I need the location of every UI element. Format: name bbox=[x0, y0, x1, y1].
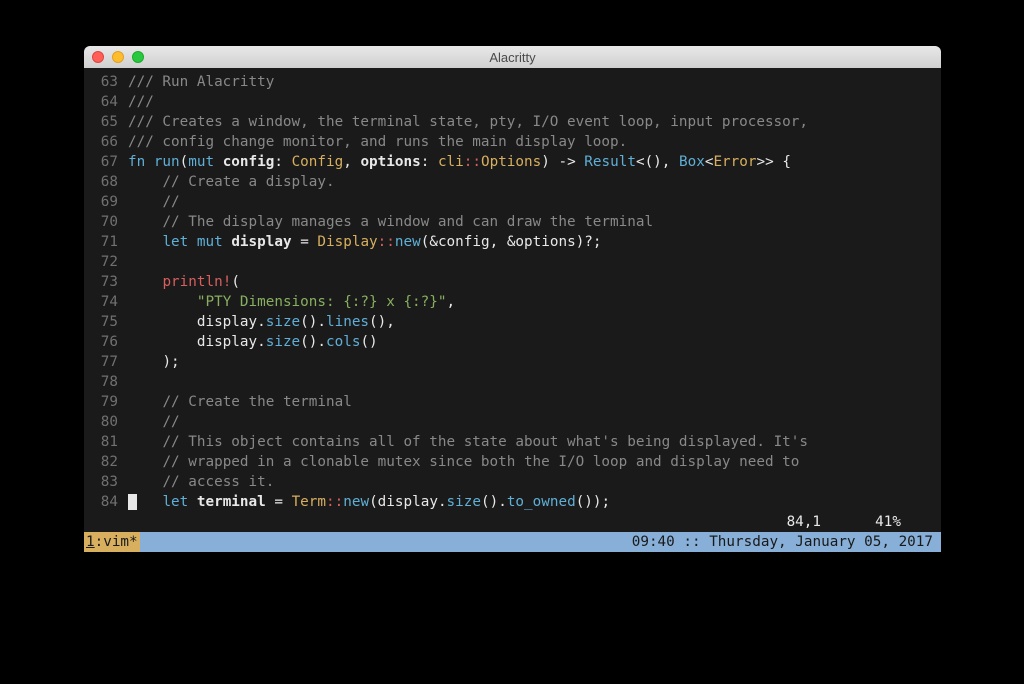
line-number: 76 bbox=[84, 332, 128, 352]
code-text: let terminal = Term::new(display.size().… bbox=[128, 492, 610, 512]
code-line[interactable]: 76 display.size().cols() bbox=[84, 332, 941, 352]
line-number: 67 bbox=[84, 152, 128, 172]
code-line[interactable]: 84 let terminal = Term::new(display.size… bbox=[84, 492, 941, 512]
code-line[interactable]: 80 // bbox=[84, 412, 941, 432]
code-text: /// Run Alacritty bbox=[128, 72, 274, 92]
code-text: // wrapped in a clonable mutex since bot… bbox=[128, 452, 799, 472]
line-number: 74 bbox=[84, 292, 128, 312]
code-text: // This object contains all of the state… bbox=[128, 432, 808, 452]
line-number: 78 bbox=[84, 372, 128, 392]
line-number: 80 bbox=[84, 412, 128, 432]
code-line[interactable]: 67fn run(mut config: Config, options: cl… bbox=[84, 152, 941, 172]
terminal-window: Alacritty 63/// Run Alacritty64///65/// … bbox=[84, 46, 941, 552]
code-text: /// config change monitor, and runs the … bbox=[128, 132, 627, 152]
line-number: 66 bbox=[84, 132, 128, 152]
line-number: 63 bbox=[84, 72, 128, 92]
terminal-content[interactable]: 63/// Run Alacritty64///65/// Creates a … bbox=[84, 68, 941, 552]
line-number: 82 bbox=[84, 452, 128, 472]
code-text: ); bbox=[128, 352, 180, 372]
line-number: 81 bbox=[84, 432, 128, 452]
code-line[interactable]: 83 // access it. bbox=[84, 472, 941, 492]
code-text: // Create a display. bbox=[128, 172, 335, 192]
line-number: 72 bbox=[84, 252, 128, 272]
code-line[interactable]: 79 // Create the terminal bbox=[84, 392, 941, 412]
tmux-status-line: 1:vim* 09:40 :: Thursday, January 05, 20… bbox=[84, 532, 941, 552]
code-line[interactable]: 72 bbox=[84, 252, 941, 272]
line-number: 75 bbox=[84, 312, 128, 332]
line-number: 70 bbox=[84, 212, 128, 232]
code-line[interactable]: 70 // The display manages a window and c… bbox=[84, 212, 941, 232]
titlebar[interactable]: Alacritty bbox=[84, 46, 941, 68]
code-line[interactable]: 63/// Run Alacritty bbox=[84, 72, 941, 92]
line-number: 71 bbox=[84, 232, 128, 252]
code-line[interactable]: 71 let mut display = Display::new(&confi… bbox=[84, 232, 941, 252]
code-line[interactable]: 82 // wrapped in a clonable mutex since … bbox=[84, 452, 941, 472]
code-line[interactable]: 69 // bbox=[84, 192, 941, 212]
code-line[interactable]: 81 // This object contains all of the st… bbox=[84, 432, 941, 452]
code-text: display.size().cols() bbox=[128, 332, 378, 352]
tmux-datetime: 09:40 :: Thursday, January 05, 2017 bbox=[632, 532, 941, 552]
scroll-percent: 41% bbox=[875, 512, 901, 532]
code-text: let mut display = Display::new(&config, … bbox=[128, 232, 602, 252]
code-line[interactable]: 64/// bbox=[84, 92, 941, 112]
line-number: 64 bbox=[84, 92, 128, 112]
line-number: 83 bbox=[84, 472, 128, 492]
code-line[interactable]: 77 ); bbox=[84, 352, 941, 372]
code-line[interactable]: 68 // Create a display. bbox=[84, 172, 941, 192]
line-number: 69 bbox=[84, 192, 128, 212]
line-number: 77 bbox=[84, 352, 128, 372]
code-text: /// bbox=[128, 92, 154, 112]
code-text: // The display manages a window and can … bbox=[128, 212, 653, 232]
code-line[interactable]: 78 bbox=[84, 372, 941, 392]
code-line[interactable]: 75 display.size().lines(), bbox=[84, 312, 941, 332]
code-text: // bbox=[128, 192, 180, 212]
code-text: "PTY Dimensions: {:?} x {:?}", bbox=[128, 292, 455, 312]
code-line[interactable]: 73 println!( bbox=[84, 272, 941, 292]
vim-status-line: 84,1 41% bbox=[84, 512, 941, 532]
line-number: 68 bbox=[84, 172, 128, 192]
code-text: // Create the terminal bbox=[128, 392, 352, 412]
code-text: /// Creates a window, the terminal state… bbox=[128, 112, 808, 132]
code-line[interactable]: 66/// config change monitor, and runs th… bbox=[84, 132, 941, 152]
code-text: display.size().lines(), bbox=[128, 312, 395, 332]
code-text: // bbox=[128, 412, 180, 432]
line-number: 73 bbox=[84, 272, 128, 292]
tmux-session[interactable]: 1:vim* bbox=[84, 532, 140, 552]
code-text: println!( bbox=[128, 272, 240, 292]
line-number: 84 bbox=[84, 492, 128, 512]
code-text: // access it. bbox=[128, 472, 274, 492]
code-line[interactable]: 74 "PTY Dimensions: {:?} x {:?}", bbox=[84, 292, 941, 312]
code-area[interactable]: 63/// Run Alacritty64///65/// Creates a … bbox=[84, 72, 941, 512]
cursor-position: 84,1 bbox=[787, 512, 941, 532]
line-number: 65 bbox=[84, 112, 128, 132]
window-title: Alacritty bbox=[84, 50, 941, 65]
line-number: 79 bbox=[84, 392, 128, 412]
code-text: fn run(mut config: Config, options: cli:… bbox=[128, 152, 791, 172]
code-line[interactable]: 65/// Creates a window, the terminal sta… bbox=[84, 112, 941, 132]
